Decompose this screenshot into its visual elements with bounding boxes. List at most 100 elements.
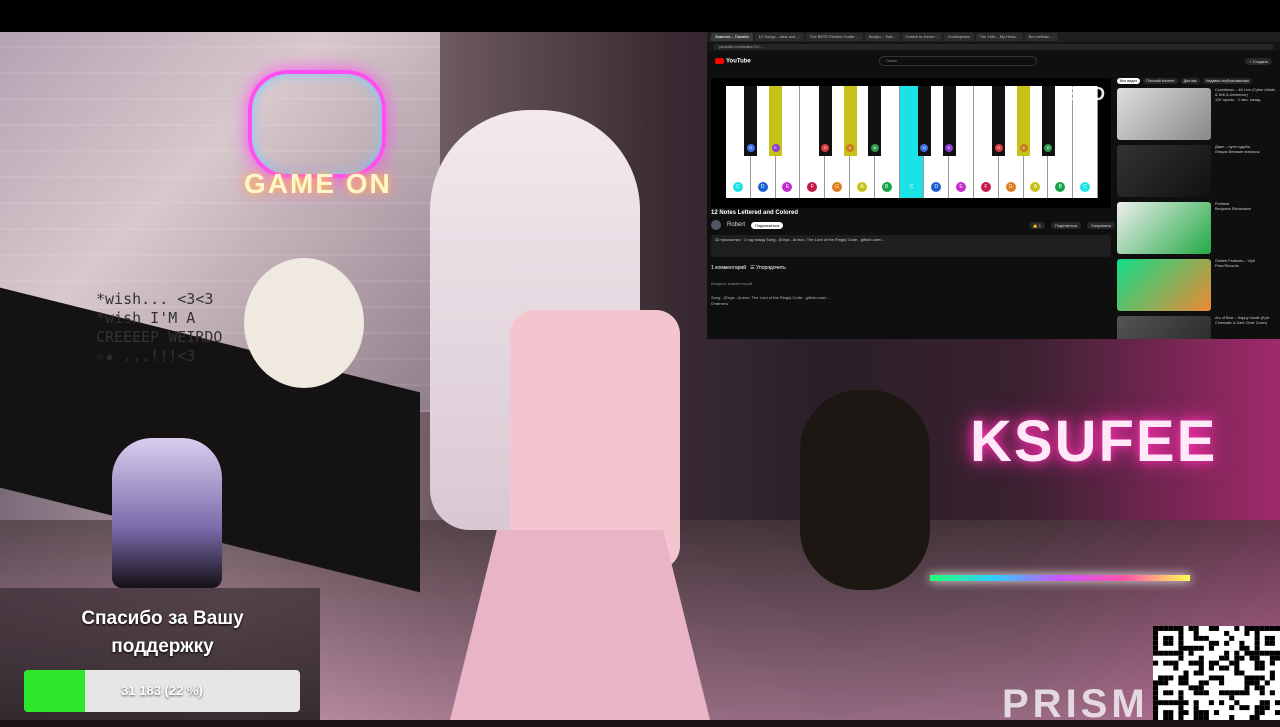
note-label: E [782,182,793,192]
piano-black-key: B [868,86,882,156]
browser-tab[interactable]: Заметки – Папайя [711,33,753,41]
note-label: C [906,182,917,192]
recommendation-item[interactable]: Countdown – 4K Live (Cyber Artists & Dri… [1117,88,1277,140]
note-label: D [920,144,929,152]
neon-sign-game-on: GAME ON [244,168,392,199]
video-player[interactable]: C D E F G A B C D E F G A B C D E G A B D E G A B VEED [711,78,1111,208]
note-label: B [870,144,879,152]
piano-black-key: A [843,86,857,156]
piano-black-key: D [744,86,758,156]
video-title: 12 Notes Lettered and Colored [711,210,799,216]
note-label: B [1044,144,1053,152]
note-label: G [821,144,830,152]
anime-mascot [112,438,222,588]
browser-tab[interactable]: Вот сейчас ... [1024,33,1058,41]
note-label: E [945,144,954,152]
recommendation-item[interactable]: Джин – пути судьбы Лекция Великие вопросы [1117,145,1277,197]
piano-keyboard: C D E F G A B C D E F G A B C D E G A B D E G A B [726,86,1098,198]
comments-count: 1 комментарий [711,265,746,271]
note-label: B [1055,182,1066,192]
shirt-text: *wish... <3<3 *wish I'M A CREEEEP WEIRDO… [96,290,223,365]
address-bar[interactable]: youtube.com/watch?v=... [707,42,1280,51]
note-label: C [1080,182,1091,192]
prism-watermark: PRISM [1002,682,1149,726]
qr-code [1153,626,1280,720]
piano-black-key: E [942,86,956,156]
piano-black-key: G [992,86,1006,156]
recommendation-channel: 12K просм. · 1 мес. назад [1215,98,1261,102]
search-input[interactable]: Поиск [878,56,1037,66]
share-button[interactable]: Поделиться [1051,221,1082,229]
note-label: A [846,144,854,152]
recommendation-meta: Arc of Bow – Happy hustle (Epic Cinemati… [1215,316,1277,339]
note-label: D [757,182,768,192]
filter-chip[interactable]: Недавно опубликованные [1202,78,1253,84]
create-button[interactable]: + Создать [1245,57,1272,65]
note-label: D [746,144,755,152]
video-thumbnail[interactable] [1117,145,1211,197]
note-label: C [732,182,743,192]
piano-black-key: E [769,86,783,156]
veed-watermark: VEED [1055,84,1105,104]
browser-window[interactable]: Заметки – Папайя 10 Songs – tabs and ... T… [707,32,1280,339]
guitar [800,390,930,590]
note-label: F [807,182,818,192]
note-label: A [1030,182,1041,192]
add-comment-input[interactable]: Введите комментарий [711,281,752,286]
filter-chip[interactable]: Похожий контент [1143,78,1178,84]
browser-tab[interactable]: Сообщения [943,33,974,41]
recommendation-item[interactable]: Portland Benjamin Richardson [1117,202,1277,254]
subscribe-button[interactable]: Подписаться [751,221,783,229]
recommendation-meta: Джин – пути судьбы Лекция Великие вопросы [1215,145,1259,197]
video-thumbnail[interactable] [1117,202,1211,254]
note-label: E [956,182,967,192]
neon-sign-ksufee: KSUFEE [970,409,1218,474]
streamer [430,110,730,720]
save-button[interactable]: Сохранить [1087,221,1115,229]
piano-black-key: B [1041,86,1055,156]
browser-tab[interactable]: Ксуфи – Twit... [864,33,900,41]
browser-tab[interactable]: The 10th – My Heav... [975,33,1023,41]
note-label: A [1019,144,1028,152]
video-thumbnail[interactable] [1117,259,1211,311]
youtube-header: YouTube Поиск + Создать [707,51,1280,71]
browser-tab[interactable]: 10 Songs – tabs and ... [754,33,804,41]
youtube-logo[interactable]: YouTube [715,57,751,64]
recommendation-item[interactable]: Arc of Bow – Happy hustle (Epic Cinemati… [1117,316,1277,339]
like-count: 1 [1038,222,1042,228]
url-field[interactable]: youtube.com/watch?v=... [713,43,1274,50]
browser-tab[interactable]: Cosine in chrom... [901,33,942,41]
note-label: A [856,182,867,192]
recommendation-list: Countdown – 4K Live (Cyber Artists & Dri… [1117,88,1277,339]
browser-tab[interactable]: The BEST Electric Guitar ... [805,33,863,41]
gamepad-neon-icon [248,70,386,178]
filter-chip[interactable]: Для вас [1180,78,1200,84]
note-label: F [980,182,991,192]
recommendations-sidebar: Все видео Похожий контент Для вас Недавно о… [1117,78,1277,339]
recommendation-channel: Benjamin Richardson [1215,207,1252,211]
sort-button[interactable]: Упорядочить [756,265,786,271]
video-description[interactable]: 32 просмотра · 1 год назад Song - (Enya … [711,235,1111,257]
tab-strip: Заметки – Папайя 10 Songs – tabs and ... T… [707,32,1280,42]
recommendation-meta: Countdown – 4K Live (Cyber Artists & Dri… [1215,88,1277,140]
channel-name[interactable]: Robert [727,222,745,228]
recommendation-title[interactable]: Arc of Bow – Happy hustle (Epic Cinemati… [1215,316,1277,326]
youtube-play-icon [715,57,724,64]
video-thumbnail[interactable] [1117,316,1211,339]
donation-progress-bar: 31 183 (22 %) [24,670,300,712]
channel-avatar[interactable] [711,220,721,230]
recommendation-channel: Fesa Records [1215,264,1239,268]
piano-black-key: A [1017,86,1031,156]
recommendation-item[interactable]: Golden Features – Vlyd Fesa Records [1117,259,1277,311]
reply-button[interactable]: Ответить [711,301,1111,307]
piano-black-key: G [818,86,832,156]
filter-chip[interactable]: Все видео [1117,78,1141,84]
like-button[interactable]: 👍 1 [1028,221,1046,229]
donation-thanks-text: Спасибо за Вашу поддержку [81,608,244,657]
recommendation-meta: Golden Features – Vlyd Fesa Records [1215,259,1255,311]
note-label: B [881,182,892,192]
video-thumbnail[interactable] [1117,88,1211,140]
filter-chips: Все видео Похожий контент Для вас Недавно о… [1117,78,1277,84]
note-label: G [994,144,1003,152]
recommendation-title[interactable]: Countdown – 4K Live (Cyber Artists & Dri… [1215,88,1277,98]
